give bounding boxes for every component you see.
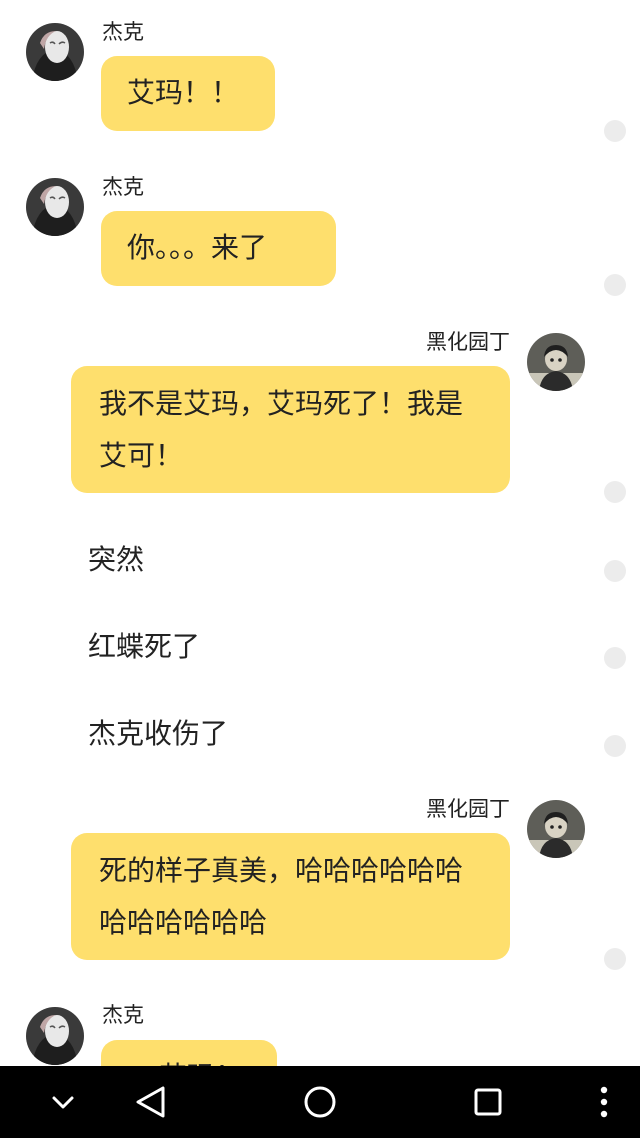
system-navigation-bar	[0, 1066, 640, 1138]
home-circle-icon[interactable]	[284, 1066, 356, 1138]
sender-name: 杰克	[102, 175, 144, 199]
sender-name: 黑化园丁	[426, 330, 510, 354]
status-dot	[604, 560, 626, 582]
sender-name: 杰克	[102, 1003, 144, 1027]
avatar-jack[interactable]	[26, 1007, 84, 1065]
status-dot	[604, 274, 626, 296]
status-dot	[604, 948, 626, 970]
avatar-gardener[interactable]	[527, 800, 585, 858]
avatar-jack[interactable]	[26, 178, 84, 236]
sender-name: 杰克	[102, 20, 144, 44]
message-bubble[interactable]: 死的样子真美，哈哈哈哈哈哈哈哈哈哈哈哈	[71, 833, 510, 960]
status-dot	[604, 120, 626, 142]
avatar-gardener[interactable]	[527, 333, 585, 391]
narration-text: 红蝶死了	[88, 630, 201, 663]
status-dot	[604, 735, 626, 757]
narration-text: 突然	[88, 543, 145, 576]
message-bubble[interactable]: 艾玛！	[101, 1040, 277, 1066]
status-dot	[604, 647, 626, 669]
narration-text: 杰克收伤了	[88, 717, 229, 750]
avatar-jack[interactable]	[26, 23, 84, 81]
sender-name: 黑化园丁	[426, 797, 510, 821]
status-dot	[604, 481, 626, 503]
recents-square-icon[interactable]	[452, 1066, 524, 1138]
message-bubble[interactable]: 我不是艾玛，艾玛死了！我是艾可！	[71, 366, 510, 493]
message-bubble[interactable]: 你。。。来了	[101, 211, 336, 286]
back-triangle-icon[interactable]	[115, 1066, 187, 1138]
chat-scroll-area[interactable]: 杰克 艾玛！！ 杰克 你。。。来了 黑化园丁 我不是艾玛，艾玛死了！我是艾可！ …	[0, 0, 640, 1066]
chat-screen: 杰克 艾玛！！ 杰克 你。。。来了 黑化园丁 我不是艾玛，艾玛死了！我是艾可！ …	[0, 0, 640, 1138]
message-bubble[interactable]: 艾玛！！	[101, 56, 275, 131]
more-vertical-icon[interactable]	[568, 1066, 640, 1138]
chevron-down-icon[interactable]	[27, 1066, 99, 1138]
